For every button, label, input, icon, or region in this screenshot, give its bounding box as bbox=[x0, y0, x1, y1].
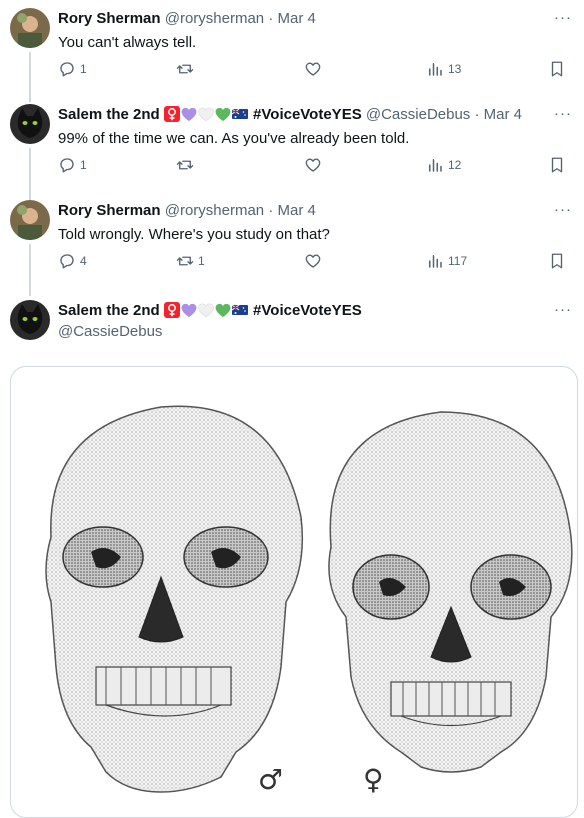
tweet-actions: 1 12 bbox=[58, 156, 568, 184]
views-button[interactable]: 12 bbox=[426, 156, 461, 174]
separator-dot: · bbox=[268, 202, 274, 219]
bookmark-icon bbox=[551, 157, 563, 173]
retweet-icon bbox=[176, 160, 194, 170]
avatar[interactable] bbox=[10, 8, 50, 48]
bookmark-icon bbox=[551, 61, 563, 77]
tweet-header: Rory Sherman @rorysherman · Mar 4 bbox=[58, 202, 316, 220]
views-button[interactable]: 13 bbox=[426, 60, 461, 78]
bookmark-button[interactable] bbox=[548, 252, 566, 270]
retweet-icon bbox=[176, 64, 194, 74]
tweet-text: 99% of the time we can. As you've alread… bbox=[58, 130, 410, 147]
tweet-actions: 1 13 bbox=[58, 60, 568, 88]
handle[interactable]: @CassieDebus bbox=[58, 323, 162, 340]
like-button[interactable] bbox=[304, 252, 322, 270]
green-heart-emoji bbox=[215, 303, 231, 317]
display-name[interactable]: Rory Sherman bbox=[58, 202, 161, 219]
male-symbol: ♂ bbox=[258, 763, 283, 796]
retweet-button[interactable] bbox=[176, 60, 198, 78]
purple-heart-emoji bbox=[181, 107, 197, 121]
avatar[interactable] bbox=[10, 104, 50, 144]
tweet-header: Rory Sherman @rorysherman · Mar 4 bbox=[58, 10, 316, 28]
female-sign-emoji bbox=[163, 106, 180, 122]
tweet-text: You can't always tell. bbox=[58, 34, 197, 51]
reply-icon bbox=[60, 62, 74, 77]
display-name[interactable]: Rory Sherman bbox=[58, 10, 161, 27]
display-name-text: Salem the 2nd bbox=[58, 302, 160, 319]
retweet-count: 1 bbox=[198, 254, 205, 268]
retweet-button[interactable] bbox=[176, 156, 198, 174]
tweet-text: Told wrongly. Where's you study on that? bbox=[58, 226, 330, 243]
views-icon bbox=[429, 159, 442, 172]
tweet-image[interactable]: ♂ ♀ bbox=[10, 366, 578, 818]
like-icon bbox=[305, 254, 321, 268]
tweet-date[interactable]: Mar 4 bbox=[277, 202, 315, 219]
female-symbol: ♀ bbox=[363, 763, 384, 796]
separator-dot: · bbox=[268, 10, 274, 27]
australia-flag-emoji bbox=[231, 304, 248, 315]
tweet[interactable]: Rory Sherman @rorysherman · Mar 4 ··· To… bbox=[0, 192, 584, 288]
reply-icon bbox=[60, 254, 74, 269]
like-icon bbox=[305, 62, 321, 76]
australia-flag-emoji bbox=[231, 108, 248, 119]
tweet-header: Salem the 2nd #VoiceVoteYES bbox=[58, 302, 362, 320]
handle[interactable]: @rorysherman bbox=[165, 202, 264, 219]
more-icon[interactable]: ··· bbox=[554, 106, 572, 122]
reply-button[interactable]: 1 bbox=[58, 60, 87, 78]
hashtag[interactable]: #VoiceVoteYES bbox=[253, 302, 362, 319]
handle[interactable]: @rorysherman bbox=[165, 10, 264, 27]
more-icon[interactable]: ··· bbox=[554, 202, 572, 218]
reply-icon bbox=[60, 158, 74, 173]
tweet-date[interactable]: Mar 4 bbox=[277, 10, 315, 27]
tweet-actions: 4 1 117 bbox=[58, 252, 568, 280]
bookmark-button[interactable] bbox=[548, 60, 566, 78]
like-icon bbox=[305, 158, 321, 172]
retweet-icon bbox=[176, 256, 194, 266]
male-skull-illustration bbox=[45, 405, 304, 793]
bookmark-icon bbox=[551, 253, 563, 269]
reply-button[interactable]: 4 bbox=[58, 252, 87, 270]
reply-button[interactable]: 1 bbox=[58, 156, 87, 174]
tweet[interactable]: Salem the 2nd #VoiceVoteYES @CassieDebus… bbox=[0, 96, 584, 192]
female-sign-emoji bbox=[163, 302, 180, 318]
avatar[interactable] bbox=[10, 200, 50, 240]
avatar[interactable] bbox=[10, 300, 50, 340]
display-name[interactable]: Salem the 2nd #VoiceVoteYES bbox=[58, 106, 366, 123]
white-heart-emoji bbox=[198, 107, 214, 122]
more-icon[interactable]: ··· bbox=[554, 302, 572, 318]
views-count: 117 bbox=[448, 254, 468, 268]
views-count: 13 bbox=[448, 62, 462, 76]
reply-count: 4 bbox=[80, 254, 87, 268]
views-icon bbox=[429, 255, 442, 268]
views-icon bbox=[429, 63, 442, 76]
tweet-header: Salem the 2nd #VoiceVoteYES @CassieDebus… bbox=[58, 106, 522, 124]
reply-count: 1 bbox=[80, 62, 87, 76]
bookmark-button[interactable] bbox=[548, 156, 566, 174]
display-name-text: Salem the 2nd bbox=[58, 106, 160, 123]
tweet-date[interactable]: Mar 4 bbox=[484, 106, 522, 123]
purple-heart-emoji bbox=[181, 303, 197, 317]
retweet-button[interactable]: 1 bbox=[176, 252, 205, 270]
green-heart-emoji bbox=[215, 107, 231, 121]
separator-dot: · bbox=[474, 106, 480, 123]
handle[interactable]: @CassieDebus bbox=[366, 106, 470, 123]
more-icon[interactable]: ··· bbox=[554, 10, 572, 26]
views-count: 12 bbox=[448, 158, 462, 172]
tweet[interactable]: Rory Sherman @rorysherman · Mar 4 ··· Yo… bbox=[0, 0, 584, 96]
views-button[interactable]: 117 bbox=[426, 252, 467, 270]
reply-count: 1 bbox=[80, 158, 87, 172]
like-button[interactable] bbox=[304, 60, 322, 78]
hashtag[interactable]: #VoiceVoteYES bbox=[253, 106, 362, 123]
white-heart-emoji bbox=[198, 303, 214, 318]
female-skull-illustration bbox=[328, 411, 573, 773]
like-button[interactable] bbox=[304, 156, 322, 174]
display-name[interactable]: Salem the 2nd #VoiceVoteYES bbox=[58, 302, 362, 319]
